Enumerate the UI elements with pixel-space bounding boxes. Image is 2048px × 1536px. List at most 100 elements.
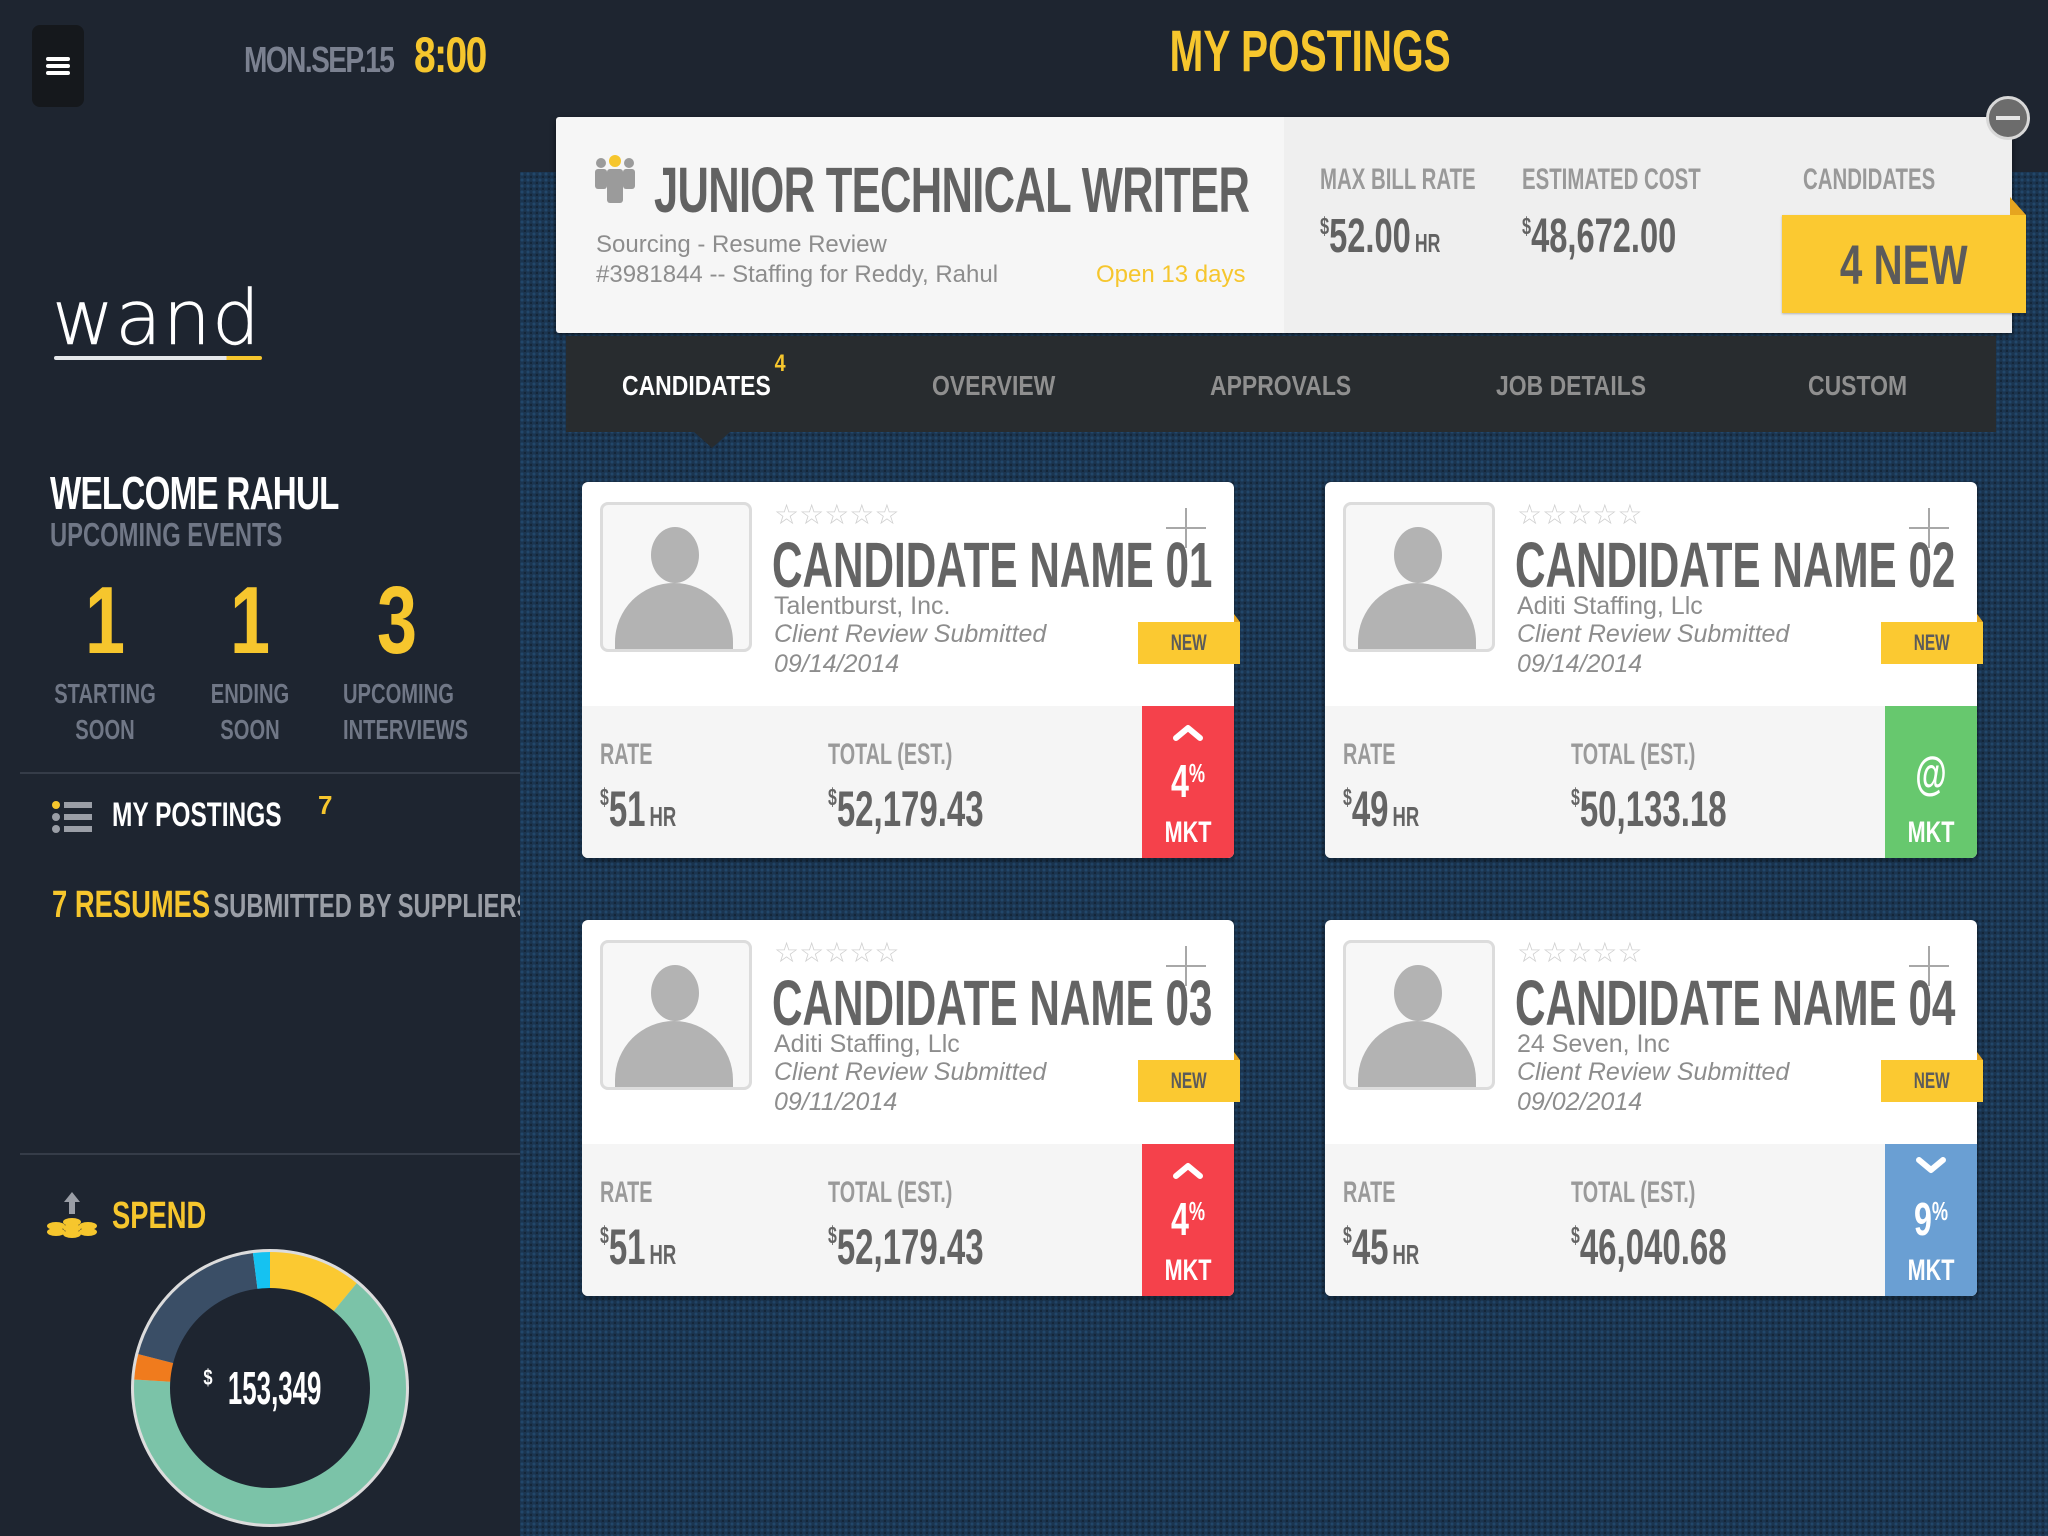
star-rating[interactable]: ☆☆☆☆☆ bbox=[1517, 936, 1643, 969]
total-label: TOTAL (EST.) bbox=[1571, 1176, 1696, 1209]
spend-donut-chart[interactable]: $153,349 bbox=[128, 1246, 412, 1530]
avatar bbox=[600, 940, 752, 1090]
add-icon[interactable] bbox=[1909, 508, 1949, 548]
stat-ending-soon[interactable]: 1 ENDING SOON bbox=[175, 566, 325, 748]
new-tag: NEW bbox=[1138, 614, 1240, 664]
candidate-card-4[interactable]: ☆☆☆☆☆ CANDIDATE NAME 04 24 Seven, Inc Cl… bbox=[1325, 920, 1983, 1296]
currency-symbol: $ bbox=[1343, 784, 1352, 811]
tab-label: CUSTOM bbox=[1808, 370, 1908, 401]
candidate-card-1[interactable]: ☆☆☆☆☆ CANDIDATE NAME 01 Talentburst, Inc… bbox=[582, 482, 1240, 858]
candidate-card-2[interactable]: ☆☆☆☆☆ CANDIDATE NAME 02 Aditi Staffing, … bbox=[1325, 482, 1983, 858]
amount: 51 bbox=[608, 781, 646, 837]
tab-count: 4 bbox=[774, 350, 786, 377]
list-icon bbox=[52, 799, 92, 833]
new-candidates-badge[interactable]: 4 NEW bbox=[1782, 197, 2026, 313]
market-label: MKT bbox=[1164, 1254, 1212, 1287]
submitted-date: 09/02/2014 bbox=[1517, 1088, 1643, 1116]
amount: 50,133.18 bbox=[1579, 781, 1727, 837]
avatar bbox=[1343, 502, 1495, 652]
tab-overview[interactable]: OVERVIEW bbox=[932, 370, 1055, 402]
market-percent: 9% bbox=[1899, 1192, 1963, 1246]
amount: 52,179.43 bbox=[836, 1219, 984, 1275]
team-icon bbox=[595, 155, 635, 203]
rate-value: $51 HR bbox=[600, 780, 676, 838]
new-candidates-count: 4 NEW bbox=[1840, 232, 1968, 296]
resumes-label: SUBMITTED BY SUPPLIERS bbox=[213, 887, 533, 924]
currency-symbol: $ bbox=[828, 1222, 837, 1249]
market-comparison-badge[interactable]: 9% MKT bbox=[1885, 1144, 1977, 1296]
rate-value: $49 HR bbox=[1343, 780, 1419, 838]
stat-starting-soon[interactable]: 1 STARTING SOON bbox=[30, 566, 180, 748]
spend-label: SPEND bbox=[112, 1194, 207, 1237]
market-label: MKT bbox=[1907, 816, 1955, 849]
minus-icon bbox=[1996, 116, 2020, 120]
unit: HR bbox=[649, 1239, 677, 1270]
estimated-cost-value: $48,672.00 bbox=[1522, 209, 1676, 264]
unit: HR bbox=[1392, 801, 1420, 832]
tab-label: CANDIDATES bbox=[622, 370, 771, 401]
rate-label: RATE bbox=[1343, 1176, 1396, 1209]
amount: 45 bbox=[1351, 1219, 1389, 1275]
total-label: TOTAL (EST.) bbox=[828, 738, 953, 771]
currency-symbol: $ bbox=[1522, 213, 1532, 240]
new-tag-label: NEW bbox=[1914, 630, 1950, 655]
tab-label: OVERVIEW bbox=[932, 370, 1056, 401]
spend-header: SPEND bbox=[46, 1190, 243, 1242]
market-label: MKT bbox=[1907, 1254, 1955, 1287]
my-postings-count: 7 bbox=[318, 790, 333, 820]
rate-value: $45 HR bbox=[1343, 1218, 1419, 1276]
market-label: MKT bbox=[1164, 816, 1212, 849]
stat-value: 1 bbox=[84, 567, 126, 674]
star-rating[interactable]: ☆☆☆☆☆ bbox=[774, 498, 900, 531]
currency-symbol: $ bbox=[828, 784, 837, 811]
currency-symbol: $ bbox=[600, 784, 609, 811]
supplier-name: Talentburst, Inc. bbox=[774, 592, 951, 620]
rate-value: $51 HR bbox=[600, 1218, 676, 1276]
stat-label: UPCOMING bbox=[343, 678, 454, 709]
currency-symbol: $ bbox=[1571, 784, 1580, 811]
date-time: MON.SEP.15 8:00 PM bbox=[244, 26, 646, 84]
market-comparison-badge[interactable]: @ MKT bbox=[1885, 706, 1977, 858]
candidate-status: Client Review Submitted bbox=[1517, 1058, 1790, 1086]
amount: 46,040.68 bbox=[1579, 1219, 1727, 1275]
currency-symbol: $ bbox=[203, 1365, 213, 1390]
add-icon[interactable] bbox=[1166, 946, 1206, 986]
new-tag: NEW bbox=[1881, 1052, 1983, 1102]
percent-sign: % bbox=[1931, 1196, 1949, 1226]
chevron-down-icon bbox=[1916, 1157, 1946, 1173]
unit: HR bbox=[1414, 228, 1441, 258]
collapse-button[interactable] bbox=[1986, 96, 2030, 140]
unit: HR bbox=[1392, 1239, 1420, 1270]
tab-job-details[interactable]: JOB DETAILS bbox=[1496, 370, 1646, 402]
sidebar-item-my-postings[interactable]: MY POSTINGS 7 bbox=[52, 790, 348, 835]
add-icon[interactable] bbox=[1166, 508, 1206, 548]
currency-symbol: $ bbox=[1320, 213, 1330, 240]
resumes-submitted-link[interactable]: 7 RESUMES SUBMITTED BY SUPPLIERS bbox=[52, 884, 532, 927]
donut-center: $153,349 bbox=[128, 1246, 412, 1530]
candidates-label: CANDIDATES bbox=[1803, 163, 1936, 196]
amount: 49 bbox=[1351, 781, 1389, 837]
amount: 52,179.43 bbox=[836, 781, 984, 837]
stat-upcoming-interviews[interactable]: 3 UPCOMING INTERVIEWS bbox=[322, 566, 472, 748]
market-value: 9 bbox=[1913, 1193, 1932, 1245]
logo-text: wand bbox=[52, 273, 262, 362]
new-tag-label: NEW bbox=[1171, 1068, 1207, 1093]
amount: 48,672.00 bbox=[1531, 210, 1677, 263]
candidate-status: Client Review Submitted bbox=[1517, 620, 1790, 648]
tab-approvals[interactable]: APPROVALS bbox=[1210, 370, 1351, 402]
menu-button[interactable] bbox=[32, 25, 84, 107]
tab-custom[interactable]: CUSTOM bbox=[1808, 370, 1907, 402]
candidate-name: CANDIDATE NAME 03 bbox=[772, 967, 1213, 1039]
total-value: $52,179.43 bbox=[828, 780, 984, 838]
add-icon[interactable] bbox=[1909, 946, 1949, 986]
market-comparison-badge[interactable]: 4% MKT bbox=[1142, 706, 1234, 858]
candidate-card-3[interactable]: ☆☆☆☆☆ CANDIDATE NAME 03 Aditi Staffing, … bbox=[582, 920, 1240, 1296]
star-rating[interactable]: ☆☆☆☆☆ bbox=[1517, 498, 1643, 531]
market-percent: 4% bbox=[1156, 754, 1220, 808]
max-bill-rate-value: $52.00 HR bbox=[1320, 209, 1440, 264]
time-label: 8:00 bbox=[414, 27, 487, 83]
star-rating[interactable]: ☆☆☆☆☆ bbox=[774, 936, 900, 969]
tab-candidates[interactable]: CANDIDATES 4 bbox=[622, 350, 786, 402]
market-comparison-badge[interactable]: 4% MKT bbox=[1142, 1144, 1234, 1296]
market-value: @ bbox=[1915, 747, 1947, 799]
